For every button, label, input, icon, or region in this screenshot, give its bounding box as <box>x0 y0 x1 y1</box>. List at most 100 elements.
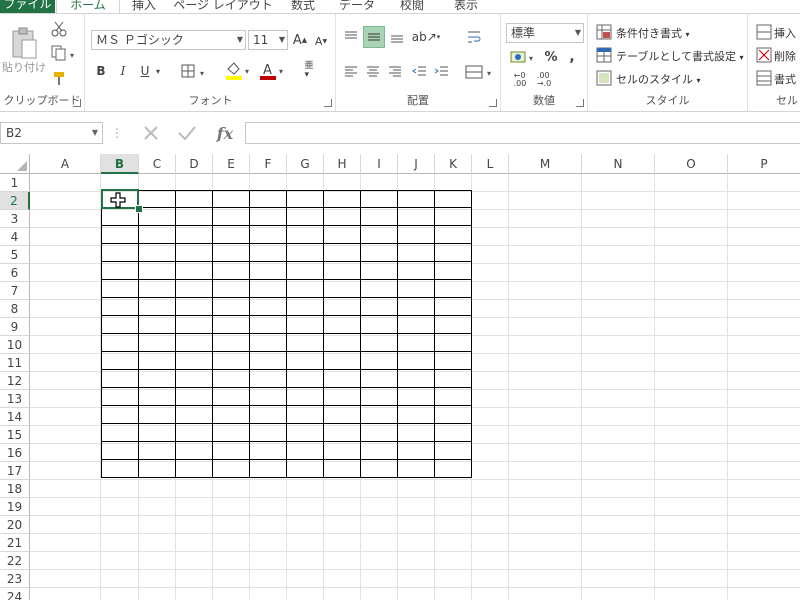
cell-P13[interactable] <box>728 390 800 408</box>
table-cell-J2[interactable] <box>398 190 435 208</box>
cell-A11[interactable] <box>30 354 101 372</box>
cell-A17[interactable] <box>30 462 101 480</box>
borders-button[interactable]: ▾ <box>180 62 210 80</box>
cell-E20[interactable] <box>213 516 250 534</box>
cell-O1[interactable] <box>655 174 728 192</box>
increase-indent-icon[interactable] <box>432 62 452 82</box>
table-cell-D17[interactable] <box>176 460 213 478</box>
table-cell-J7[interactable] <box>398 280 435 298</box>
table-cell-J11[interactable] <box>398 352 435 370</box>
cell-N4[interactable] <box>582 228 655 246</box>
italic-button[interactable]: I <box>116 62 130 80</box>
table-cell-H17[interactable] <box>324 460 361 478</box>
row-header-7[interactable]: 7 <box>0 282 30 300</box>
cell-I18[interactable] <box>361 480 398 498</box>
cell-L3[interactable] <box>472 210 509 228</box>
table-cell-C6[interactable] <box>139 262 176 280</box>
table-cell-H8[interactable] <box>324 298 361 316</box>
font-color-button[interactable]: A ▾ <box>258 60 288 82</box>
cell-N1[interactable] <box>582 174 655 192</box>
cell-M4[interactable] <box>509 228 582 246</box>
cell-C18[interactable] <box>139 480 176 498</box>
shrink-font-button[interactable]: A ▼ <box>314 32 328 50</box>
cell-M17[interactable] <box>509 462 582 480</box>
table-cell-J4[interactable] <box>398 226 435 244</box>
cell-O18[interactable] <box>655 480 728 498</box>
cell-P1[interactable] <box>728 174 800 192</box>
worksheet[interactable]: ABCDEFGHIJKLMNOPQ 1234567891011121314151… <box>0 154 800 600</box>
increase-decimal-icon[interactable]: ←0.00 <box>509 70 531 90</box>
table-cell-F9[interactable] <box>250 316 287 334</box>
table-cell-E7[interactable] <box>213 280 250 298</box>
cell-M18[interactable] <box>509 480 582 498</box>
cell-N7[interactable] <box>582 282 655 300</box>
table-cell-C5[interactable] <box>139 244 176 262</box>
bold-button[interactable]: B <box>94 62 108 80</box>
table-cell-E5[interactable] <box>213 244 250 262</box>
table-cell-I6[interactable] <box>361 262 398 280</box>
tab-view[interactable]: 表示 <box>440 0 492 13</box>
cell-P19[interactable] <box>728 498 800 516</box>
cell-N13[interactable] <box>582 390 655 408</box>
table-cell-C10[interactable] <box>139 334 176 352</box>
table-cell-K17[interactable] <box>435 460 472 478</box>
cell-J20[interactable] <box>398 516 435 534</box>
cell-P17[interactable] <box>728 462 800 480</box>
cell-P4[interactable] <box>728 228 800 246</box>
cell-A15[interactable] <box>30 426 101 444</box>
cell-M12[interactable] <box>509 372 582 390</box>
cell-A19[interactable] <box>30 498 101 516</box>
cell-P23[interactable] <box>728 570 800 588</box>
table-cell-E12[interactable] <box>213 370 250 388</box>
cell-L13[interactable] <box>472 390 509 408</box>
cell-B24[interactable] <box>101 588 139 600</box>
table-cell-B11[interactable] <box>101 352 139 370</box>
table-cell-I10[interactable] <box>361 334 398 352</box>
table-cell-D11[interactable] <box>176 352 213 370</box>
cell-C20[interactable] <box>139 516 176 534</box>
cell-A24[interactable] <box>30 588 101 600</box>
paste-button[interactable] <box>8 24 40 62</box>
cell-M20[interactable] <box>509 516 582 534</box>
cell-K21[interactable] <box>435 534 472 552</box>
table-cell-B7[interactable] <box>101 280 139 298</box>
cell-L6[interactable] <box>472 264 509 282</box>
table-cell-F6[interactable] <box>250 262 287 280</box>
row-header-4[interactable]: 4 <box>0 228 30 246</box>
cell-A13[interactable] <box>30 390 101 408</box>
cell-O21[interactable] <box>655 534 728 552</box>
table-cell-H15[interactable] <box>324 424 361 442</box>
cell-G23[interactable] <box>287 570 324 588</box>
table-cell-C12[interactable] <box>139 370 176 388</box>
cell-H18[interactable] <box>324 480 361 498</box>
cell-A3[interactable] <box>30 210 101 228</box>
cell-N14[interactable] <box>582 408 655 426</box>
table-cell-H7[interactable] <box>324 280 361 298</box>
table-cell-B14[interactable] <box>101 406 139 424</box>
cell-O23[interactable] <box>655 570 728 588</box>
table-cell-C16[interactable] <box>139 442 176 460</box>
table-cell-I17[interactable] <box>361 460 398 478</box>
cell-B22[interactable] <box>101 552 139 570</box>
cell-H21[interactable] <box>324 534 361 552</box>
table-cell-H11[interactable] <box>324 352 361 370</box>
cell-O5[interactable] <box>655 246 728 264</box>
table-cell-E3[interactable] <box>213 208 250 226</box>
name-box[interactable]: B2 ▼ <box>0 122 103 144</box>
cell-L15[interactable] <box>472 426 509 444</box>
table-cell-I12[interactable] <box>361 370 398 388</box>
table-cell-J12[interactable] <box>398 370 435 388</box>
cell-N10[interactable] <box>582 336 655 354</box>
table-cell-K9[interactable] <box>435 316 472 334</box>
cell-F21[interactable] <box>250 534 287 552</box>
table-cell-G3[interactable] <box>287 208 324 226</box>
cell-L12[interactable] <box>472 372 509 390</box>
column-header-G[interactable]: G <box>287 154 324 174</box>
table-cell-C15[interactable] <box>139 424 176 442</box>
cell-G20[interactable] <box>287 516 324 534</box>
cell-O2[interactable] <box>655 192 728 210</box>
cell-A9[interactable] <box>30 318 101 336</box>
comma-button[interactable]: , <box>566 47 578 67</box>
format-painter-icon[interactable] <box>50 69 68 87</box>
decrease-indent-icon[interactable] <box>410 62 430 82</box>
